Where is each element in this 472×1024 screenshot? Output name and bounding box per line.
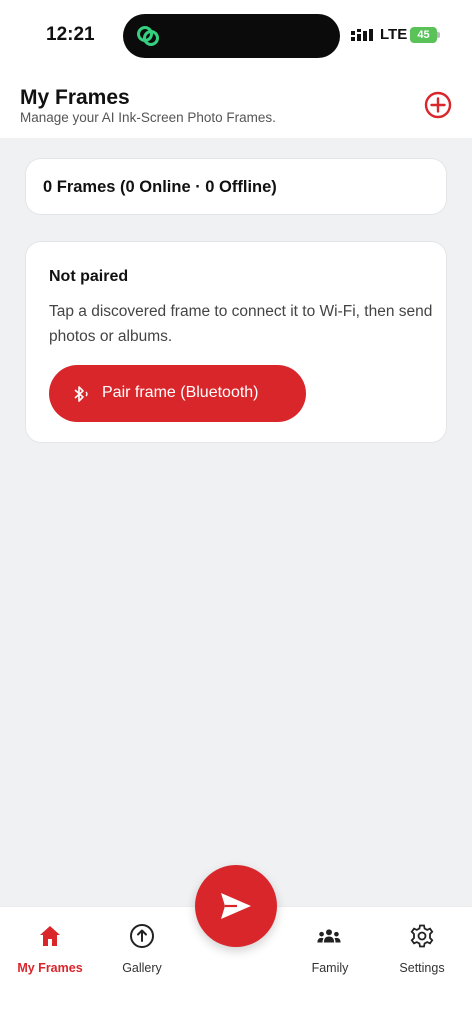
frames-summary-text: 0 Frames (0 Online · 0 Offline) — [43, 178, 277, 196]
nav-label-family: Family — [311, 961, 349, 975]
plus-circle-icon[interactable] — [424, 91, 452, 119]
status-time: 12:21 — [46, 24, 95, 45]
pair-frame-button[interactable]: Pair frame (Bluetooth) — [49, 365, 306, 422]
page-title: My Frames — [20, 86, 130, 109]
signal-icon — [351, 29, 373, 41]
battery-indicator: 45 — [410, 27, 437, 43]
app-link-icon — [137, 26, 159, 46]
home-indicator-area — [0, 984, 472, 1024]
battery-cap — [437, 32, 440, 38]
people-icon — [317, 929, 341, 943]
network-type: LTE — [380, 26, 408, 43]
pairing-description: Tap a discovered frame to connect it to … — [49, 303, 433, 345]
nav-item-settings[interactable]: Settings — [372, 919, 472, 979]
status-bar: 12:21 LTE 45 — [0, 0, 472, 72]
nav-item-gallery[interactable]: Gallery — [92, 919, 192, 979]
send-fab-button[interactable] — [195, 865, 277, 947]
home-icon — [40, 926, 60, 946]
nav-label-my-frames: My Frames — [17, 961, 83, 975]
nav-item-family[interactable]: Family — [280, 919, 380, 979]
dynamic-island — [123, 14, 340, 58]
send-icon — [221, 893, 251, 919]
bluetooth-icon — [74, 386, 88, 402]
pairing-title: Not paired — [49, 268, 129, 285]
nav-item-my-frames[interactable]: My Frames — [0, 919, 100, 979]
pair-frame-button-label: Pair frame (Bluetooth) — [102, 384, 259, 401]
upload-circle-icon — [130, 924, 154, 948]
nav-label-gallery: Gallery — [122, 961, 162, 975]
pairing-card: Not paired Tap a discovered frame to con… — [25, 241, 447, 443]
gear-icon — [410, 924, 434, 948]
frames-summary-card: 0 Frames (0 Online · 0 Offline) — [25, 158, 447, 215]
page-subtitle: Manage your AI Ink-Screen Photo Frames. — [20, 110, 276, 125]
nav-label-settings: Settings — [399, 961, 445, 975]
main-content: 0 Frames (0 Online · 0 Offline) Not pair… — [0, 138, 472, 906]
page-header: My Frames Manage your AI Ink-Screen Phot… — [0, 72, 472, 138]
